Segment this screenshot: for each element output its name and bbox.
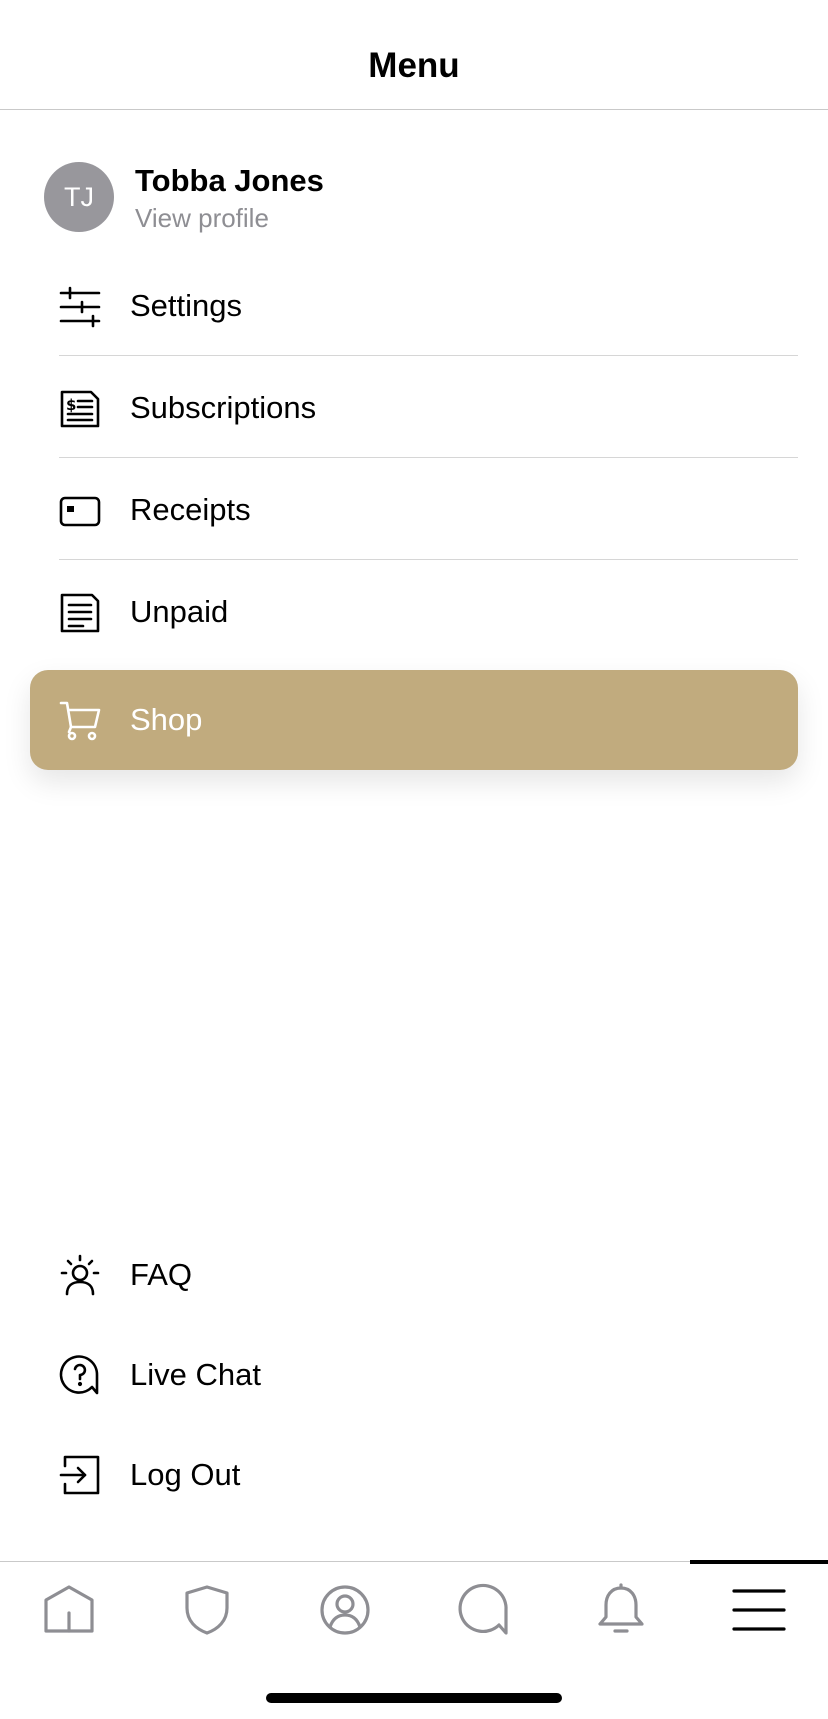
tab-chat[interactable] [414,1562,552,1662]
chat-bubble-icon [456,1583,510,1637]
avatar: TJ [44,162,114,232]
question-bubble-icon [59,1354,101,1396]
active-tab-indicator [690,1560,828,1564]
bell-icon [594,1583,648,1637]
shield-icon [180,1583,234,1637]
home-indicator [266,1693,562,1703]
header: Menu [0,0,828,110]
menu-item-settings[interactable]: Settings [59,254,798,356]
logout-icon [59,1454,101,1496]
page-title: Menu [368,46,460,85]
hamburger-icon [732,1583,786,1637]
tab-notifications[interactable] [552,1562,690,1662]
menu-item-log-out[interactable]: Log Out [59,1445,459,1505]
menu-item-live-chat[interactable]: Live Chat [59,1345,459,1405]
menu-item-unpaid[interactable]: Unpaid [59,560,798,662]
menu-item-receipts[interactable]: Receipts [59,458,798,560]
user-circle-icon [318,1583,372,1637]
menu-item-label: Settings [130,288,243,323]
profile-name: Tobba Jones [135,163,324,198]
menu-item-label: Subscriptions [130,390,317,425]
menu-item-label: Unpaid [130,594,229,629]
menu-item-label: FAQ [130,1257,193,1292]
tab-shield[interactable] [138,1562,276,1662]
menu-item-label: Live Chat [130,1357,261,1392]
dollar-document-icon: $ [59,388,101,430]
lightbulb-person-icon [59,1254,101,1296]
profile-row[interactable]: TJ Tobba Jones View profile [44,162,784,234]
menu-item-shop[interactable]: Shop [30,670,798,770]
menu-item-faq[interactable]: FAQ [59,1245,459,1305]
tab-home[interactable] [0,1562,138,1662]
sliders-icon [59,286,101,328]
card-icon [59,490,101,532]
view-profile-link[interactable]: View profile [135,202,269,234]
menu-item-label: Shop [130,702,203,737]
tab-profile[interactable] [276,1562,414,1662]
menu-item-label: Log Out [130,1457,241,1492]
menu-item-subscriptions[interactable]: $ Subscriptions [59,356,798,458]
document-lines-icon [59,592,101,634]
tab-menu[interactable] [690,1560,828,1662]
cart-icon [59,699,101,741]
svg-text:$: $ [66,396,76,414]
menu-item-label: Receipts [130,492,251,527]
home-icon [42,1583,96,1637]
